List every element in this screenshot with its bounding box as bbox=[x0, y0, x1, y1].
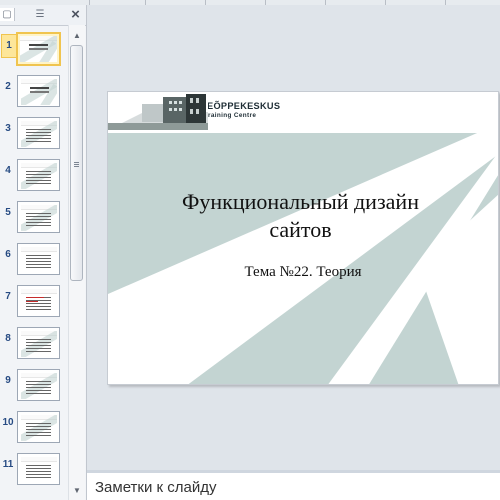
close-slides-panel-button[interactable]: × bbox=[69, 7, 82, 22]
slide-number: 9 bbox=[5, 375, 11, 386]
slide-thumbnail[interactable]: 3 bbox=[0, 115, 68, 155]
slide-subtitle[interactable]: Тема №22. Теория bbox=[203, 263, 403, 283]
slide-thumbnail-frame bbox=[17, 243, 60, 275]
slide-thumbnail-frame bbox=[17, 117, 60, 149]
slide-thumbnail[interactable]: 5 bbox=[0, 199, 68, 239]
slide-thumbnail[interactable]: 4 bbox=[0, 157, 68, 197]
slide-number: 2 bbox=[5, 81, 11, 92]
scroll-grip-icon bbox=[74, 162, 79, 163]
slides-tab[interactable]: ▢ bbox=[0, 8, 15, 21]
slide-thumbnail-frame bbox=[17, 369, 60, 401]
slide-thumbnail-frame bbox=[17, 453, 60, 485]
slide-title[interactable]: Функциональный дизайн сайтов bbox=[163, 188, 438, 244]
header-divider bbox=[108, 130, 498, 133]
slide-thumbnail-frame bbox=[16, 32, 61, 66]
slide-thumbnail[interactable]: 11 bbox=[0, 451, 68, 491]
slide-thumbnail[interactable]: 9 bbox=[0, 367, 68, 407]
slide-thumbnail[interactable]: 8 bbox=[0, 325, 68, 365]
scrollbar-thumb[interactable] bbox=[70, 45, 83, 281]
slide-editor-area[interactable]: NARVA KUTSEÕPPEKESKUS Narva Vocational T… bbox=[87, 5, 500, 470]
slide-thumbnail-list[interactable]: 1 2 3 4 5 6 7 8 9 10 11 bbox=[0, 25, 68, 500]
outline-list-icon: ☰ bbox=[35, 8, 45, 20]
slide-thumbnail-frame bbox=[17, 411, 60, 443]
slide-thumbnail-frame bbox=[17, 75, 60, 107]
slide-thumbnail[interactable]: 10 bbox=[0, 409, 68, 449]
notes-pane[interactable]: Заметки к слайду bbox=[87, 470, 500, 500]
slide-thumbnail-frame bbox=[17, 159, 60, 191]
slide-number: 5 bbox=[5, 207, 11, 218]
slide-number: 1 bbox=[1, 34, 17, 58]
slides-panel-scrollbar[interactable]: ▲ ▼ bbox=[68, 25, 85, 500]
slide-thumbnail[interactable]: 6 bbox=[0, 241, 68, 281]
powerpoint-editor: ▢ ☰ × 1 2 3 4 5 6 7 8 9 10 11 ▲ ▼ NARVA … bbox=[0, 0, 500, 500]
slide-thumbnail-frame bbox=[17, 201, 60, 233]
notes-placeholder[interactable]: Заметки к слайду bbox=[95, 479, 345, 498]
slides-thumbnail-icon: ▢ bbox=[2, 8, 12, 20]
slide-number: 8 bbox=[5, 333, 11, 344]
slide-thumbnail[interactable]: 2 bbox=[0, 73, 68, 113]
school-building-image bbox=[108, 92, 208, 130]
slides-panel-header: ▢ ☰ × bbox=[0, 5, 86, 26]
slide-number: 7 bbox=[5, 291, 11, 302]
outline-tab[interactable]: ☰ bbox=[32, 8, 48, 21]
slide-number: 4 bbox=[5, 165, 11, 176]
slide-thumbnail[interactable]: 1 bbox=[0, 31, 68, 71]
slide-thumbnail-frame bbox=[17, 285, 60, 317]
slide-thumbnail-frame bbox=[17, 327, 60, 359]
scroll-down-icon[interactable]: ▼ bbox=[71, 487, 83, 495]
scroll-up-icon[interactable]: ▲ bbox=[71, 32, 83, 40]
slide-number: 6 bbox=[5, 249, 11, 260]
slide-thumbnail[interactable]: 7 bbox=[0, 283, 68, 323]
slide-number: 10 bbox=[2, 417, 14, 428]
slide-number: 3 bbox=[5, 123, 11, 134]
slides-panel: ▢ ☰ × 1 2 3 4 5 6 7 8 9 10 11 ▲ ▼ bbox=[0, 5, 87, 500]
current-slide[interactable]: NARVA KUTSEÕPPEKESKUS Narva Vocational T… bbox=[107, 91, 499, 385]
slide-number: 11 bbox=[2, 459, 14, 470]
